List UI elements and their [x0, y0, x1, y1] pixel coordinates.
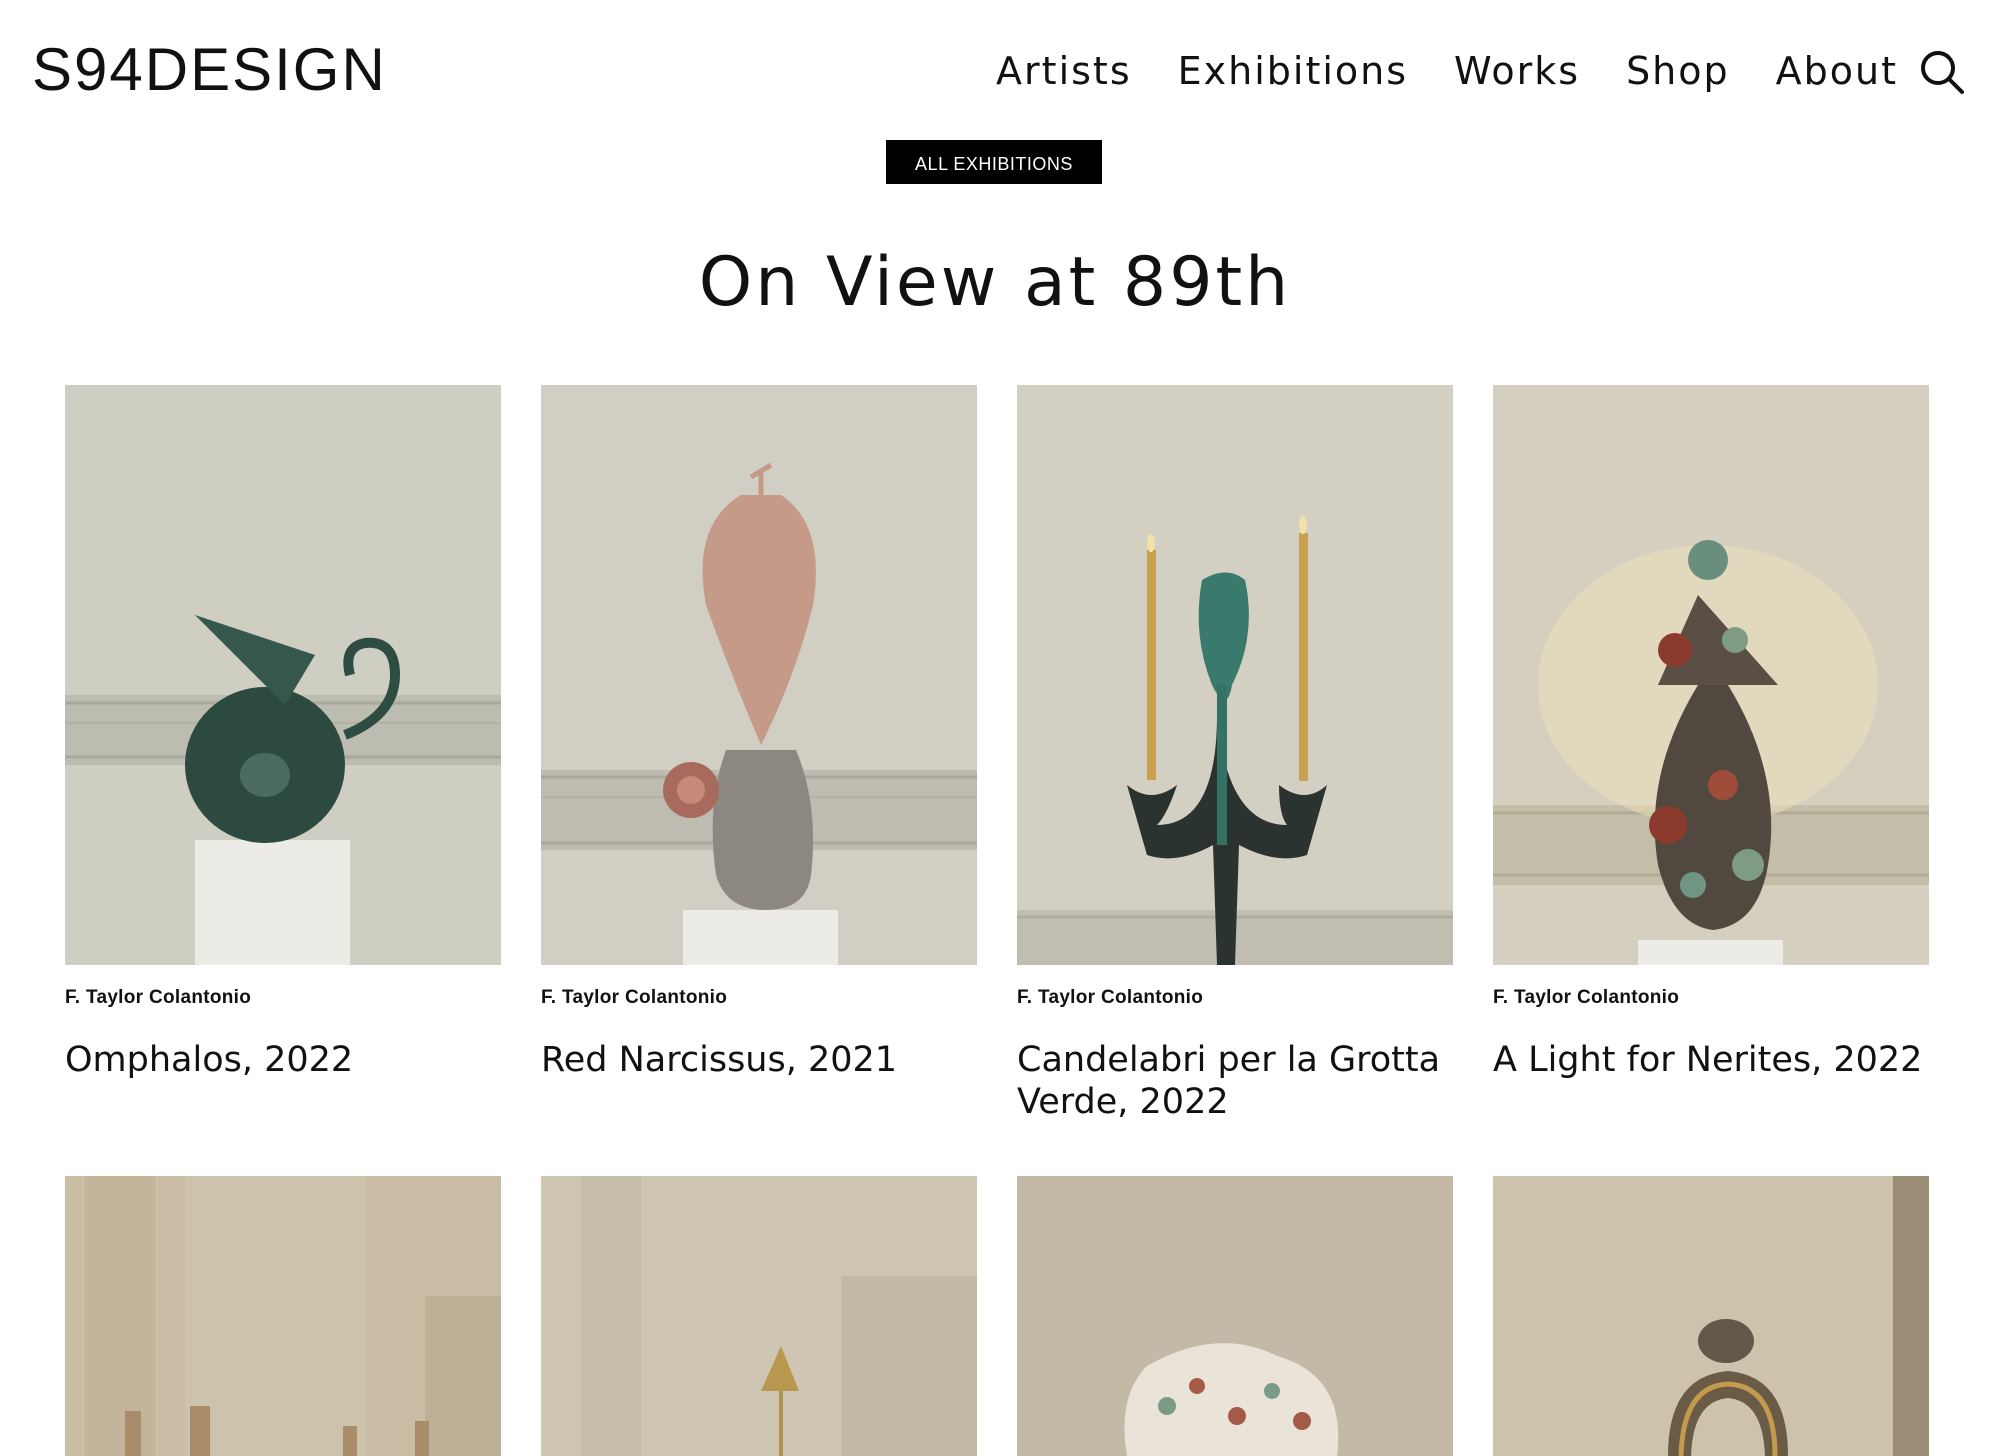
artwork-image[interactable]	[1493, 1176, 1929, 1456]
artwork-image[interactable]	[1017, 385, 1453, 965]
work-card[interactable]: F. Taylor Colantonio Red Narcissus, 2021	[541, 385, 977, 1081]
artist-name[interactable]: F. Taylor Colantonio	[541, 987, 977, 1009]
main-nav: Artists Exhibitions Works Shop About	[996, 44, 1898, 98]
artwork-image[interactable]	[1017, 1176, 1453, 1456]
artwork-image[interactable]	[541, 385, 977, 965]
nav-artists[interactable]: Artists	[996, 44, 1132, 98]
work-card[interactable]: F. Taylor Colantonio A Light for Nerites…	[1493, 385, 1929, 1081]
artist-name[interactable]: F. Taylor Colantonio	[65, 987, 501, 1009]
section-title: On View at 89th	[698, 243, 1292, 322]
work-card[interactable]: F. Taylor Colantonio Omphalos, 2022	[65, 385, 501, 1081]
site-logo[interactable]: S94DESIGN	[32, 34, 387, 106]
site-header: S94DESIGN Artists Exhibitions Works Shop…	[0, 0, 1990, 140]
work-card[interactable]: F. Taylor Colantonio Candelabri per la G…	[1017, 385, 1453, 1123]
nav-works[interactable]: Works	[1454, 44, 1580, 98]
artist-name[interactable]: F. Taylor Colantonio	[1017, 987, 1453, 1009]
search-icon[interactable]	[1918, 48, 1966, 96]
artist-name[interactable]: F. Taylor Colantonio	[1493, 987, 1929, 1009]
nav-shop[interactable]: Shop	[1626, 44, 1730, 98]
work-title[interactable]: Red Narcissus, 2021	[541, 1039, 977, 1081]
artwork-image[interactable]	[541, 1176, 977, 1456]
artwork-image[interactable]	[65, 385, 501, 965]
artwork-image[interactable]	[65, 1176, 501, 1456]
work-title[interactable]: A Light for Nerites, 2022	[1493, 1039, 1929, 1081]
work-title[interactable]: Candelabri per la Grotta Verde, 2022	[1017, 1039, 1453, 1123]
all-exhibitions-button[interactable]: ALL EXHIBITIONS	[886, 140, 1102, 184]
nav-about[interactable]: About	[1776, 44, 1898, 98]
nav-exhibitions[interactable]: Exhibitions	[1178, 44, 1408, 98]
work-title[interactable]: Omphalos, 2022	[65, 1039, 501, 1081]
artwork-image[interactable]	[1493, 385, 1929, 965]
